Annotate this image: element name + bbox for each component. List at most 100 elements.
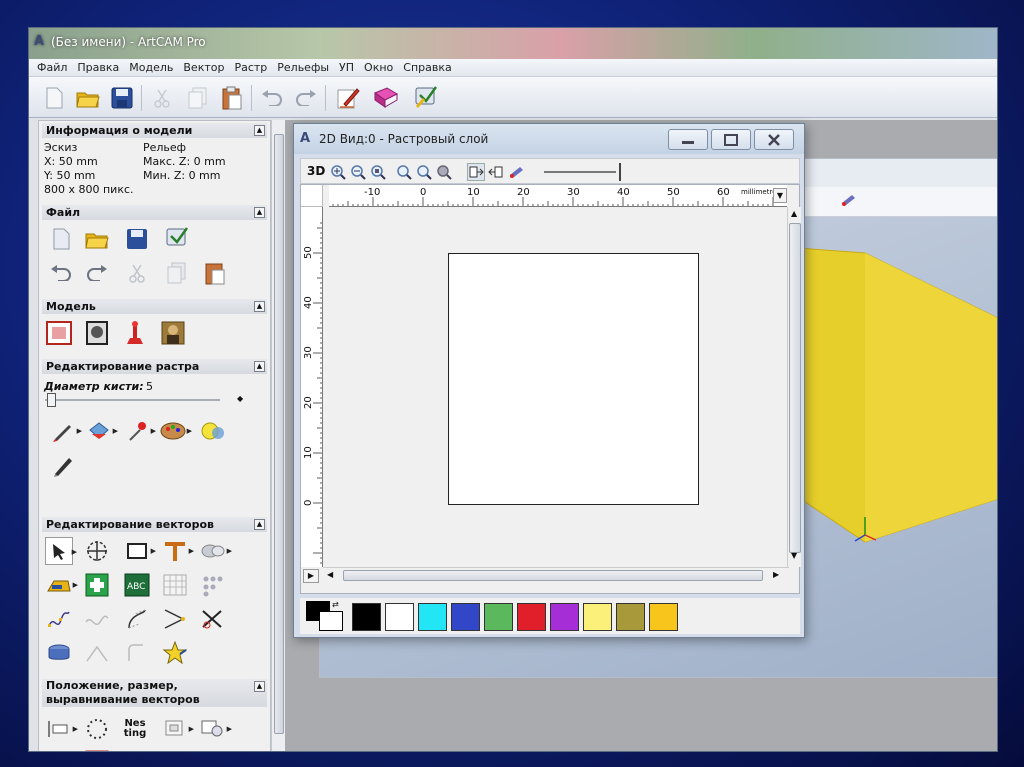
collapse-icon[interactable]: ▲ (254, 361, 265, 372)
book-icon[interactable] (373, 85, 399, 111)
blend-slider-track[interactable] (544, 171, 616, 173)
maximize-button[interactable] (711, 129, 751, 150)
menu-vector[interactable]: Вектор (178, 59, 229, 77)
menu-edit[interactable]: Правка (72, 59, 124, 77)
play-button[interactable]: ▶ (303, 569, 319, 583)
palette-swatch[interactable] (484, 603, 513, 631)
copy-icon[interactable] (185, 85, 211, 111)
brush-slider-track[interactable] (45, 399, 220, 401)
trim-vector-icon[interactable] (199, 605, 227, 633)
paste-icon[interactable] (201, 259, 229, 287)
curve-nodes-icon[interactable] (45, 605, 73, 633)
group-icon[interactable]: ▶ (161, 715, 194, 743)
text-box-icon[interactable]: ABC (123, 571, 151, 599)
model-sheet[interactable] (448, 253, 699, 505)
new-file-icon[interactable] (41, 85, 67, 111)
spiral-icon[interactable] (123, 747, 151, 751)
pen-tool-icon[interactable] (49, 451, 77, 479)
layer-forward-icon[interactable] (467, 163, 485, 181)
palette-swatch[interactable] (550, 603, 579, 631)
layer-back-icon[interactable] (487, 163, 505, 181)
lighting-icon[interactable] (840, 193, 856, 210)
palette-swatch[interactable] (451, 603, 480, 631)
vscroll-thumb[interactable] (789, 223, 801, 553)
blend-slider-thumb[interactable] (618, 163, 621, 181)
bezier-icon[interactable] (123, 605, 151, 633)
open-folder-icon[interactable] (83, 225, 111, 253)
menu-help[interactable]: Справка (398, 59, 456, 77)
open-folder-icon[interactable] (75, 85, 101, 111)
zoom-out-icon[interactable] (349, 163, 367, 181)
medical-cross-icon[interactable] (83, 571, 111, 599)
drawing-canvas[interactable] (323, 207, 789, 567)
menu-window[interactable]: Окно (359, 59, 398, 77)
collapse-icon[interactable]: ▲ (254, 519, 265, 530)
paint-brush-icon[interactable]: ▶ (49, 417, 82, 445)
relief-tool-icon[interactable] (121, 319, 149, 347)
grid-pattern-icon[interactable] (161, 571, 189, 599)
align-left-icon[interactable]: ▶ (45, 715, 78, 743)
nesting-icon[interactable]: Nes ting (121, 715, 149, 743)
vector-shapes-icon[interactable]: ▶ (199, 537, 232, 565)
collapse-icon[interactable]: ▲ (254, 301, 265, 312)
palette-swatch[interactable] (583, 603, 612, 631)
menu-raster[interactable]: Растр (229, 59, 272, 77)
palette-swatch[interactable] (649, 603, 678, 631)
hscroll-thumb[interactable] (343, 570, 763, 581)
save-icon[interactable] (109, 85, 135, 111)
cut-icon[interactable] (123, 259, 151, 287)
fill-tool-icon[interactable]: ▶ (85, 417, 118, 445)
scroll-right-arrow[interactable]: ▶ (773, 570, 779, 579)
rectangle-icon[interactable]: ▶ (123, 537, 156, 565)
scroll-left-arrow[interactable]: ◀ (327, 570, 333, 579)
section-model-info[interactable]: Информация о модели ▲ (42, 123, 267, 138)
section-vector-edit[interactable]: Редактирование векторов ▲ (42, 517, 267, 532)
secondary-color-swatch[interactable] (319, 611, 343, 631)
redo-icon[interactable] (83, 259, 111, 287)
horizontal-scrollbar[interactable]: ◀ ▶ (323, 567, 789, 583)
smooth-curve-icon[interactable] (83, 605, 111, 633)
edit-icon[interactable] (335, 85, 361, 111)
magic-color-icon[interactable] (199, 417, 227, 445)
lighting-icon[interactable] (507, 163, 525, 181)
rotate-dots-icon[interactable] (83, 715, 111, 743)
palette-swatch[interactable] (517, 603, 546, 631)
vertical-scrollbar[interactable]: ▲ ▼ (787, 207, 801, 567)
text-tool-icon[interactable]: ▶ (161, 537, 194, 565)
new-file-icon[interactable] (47, 225, 75, 253)
section-position[interactable]: Положение, размер, выравнивание векторов… (42, 679, 267, 707)
fillet-icon[interactable] (123, 639, 151, 667)
copy-icon[interactable] (163, 259, 191, 287)
zoom-previous-icon[interactable] (395, 163, 413, 181)
menu-reliefs[interactable]: Рельефы (272, 59, 334, 77)
swap-colors-icon[interactable]: ⇄ (332, 600, 339, 609)
palette-swatch[interactable] (385, 603, 414, 631)
wrap-vector-icon[interactable] (45, 747, 73, 751)
node-array-icon[interactable] (199, 571, 227, 599)
pan-icon[interactable] (435, 163, 453, 181)
star-tool-icon[interactable] (161, 639, 189, 667)
offset-vector-icon[interactable] (83, 639, 111, 667)
collapse-icon[interactable]: ▲ (254, 125, 265, 136)
paste-icon[interactable] (219, 85, 245, 111)
angle-tool-icon[interactable] (161, 605, 189, 633)
collapse-icon[interactable]: ▲ (254, 207, 265, 218)
weld-tool-icon[interactable]: ▶ (45, 571, 78, 599)
zoom-in-icon[interactable] (329, 163, 347, 181)
cut-icon[interactable] (149, 85, 175, 111)
menu-toolpaths[interactable]: УП (334, 59, 359, 77)
collapse-icon[interactable]: ▲ (254, 681, 265, 692)
boolean-disk-icon[interactable] (45, 639, 73, 667)
redo-icon[interactable] (293, 85, 319, 111)
scrollbar-thumb[interactable] (274, 134, 284, 734)
section-model[interactable]: Модель ▲ (42, 299, 267, 314)
3d-toggle-button[interactable]: 3D (307, 164, 325, 178)
mona-lisa-icon[interactable] (159, 319, 187, 347)
scroll-down-arrow[interactable]: ▼ (791, 551, 797, 560)
ruler-units-dropdown[interactable]: ▼ (773, 188, 787, 203)
image-import-icon[interactable] (83, 319, 111, 347)
magnify-shape-icon[interactable]: ▶ (199, 715, 232, 743)
minimize-button[interactable] (668, 129, 708, 150)
wizard-icon[interactable] (163, 225, 191, 253)
palette-icon[interactable]: ▶ (159, 417, 192, 445)
